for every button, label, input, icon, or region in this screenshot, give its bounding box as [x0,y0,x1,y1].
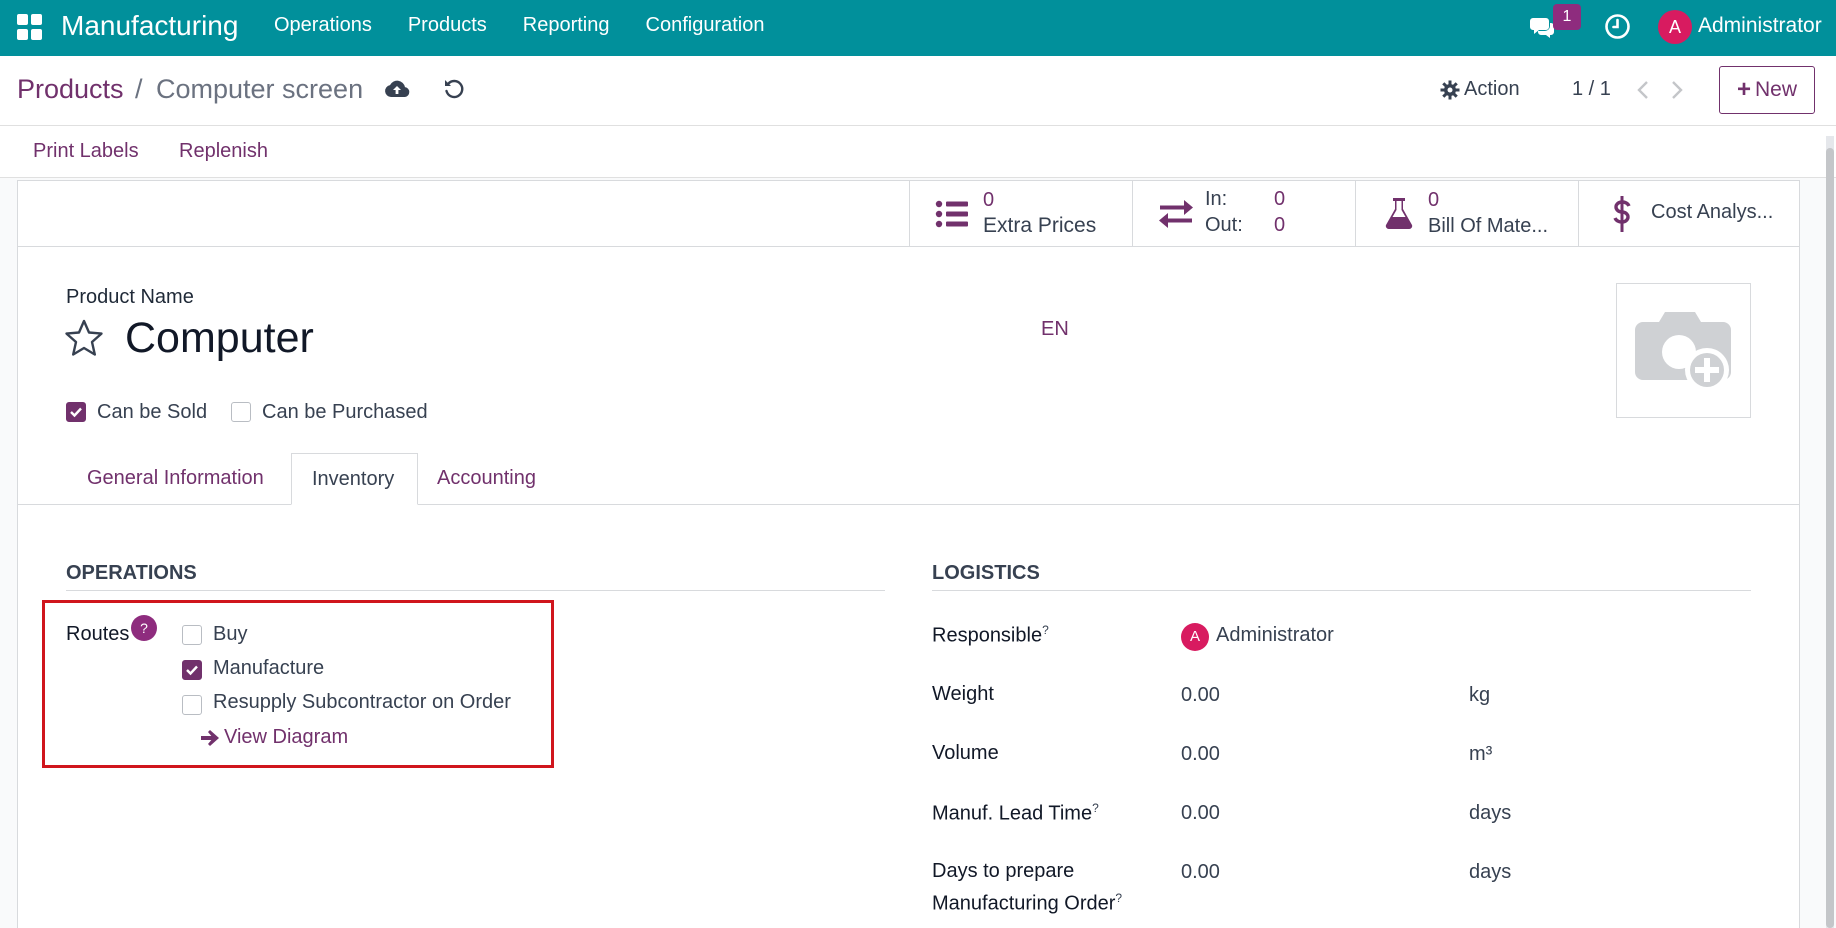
camera-plus-icon [1635,312,1731,392]
discard-undo-icon[interactable] [443,78,465,100]
pager-value[interactable]: 1 / 1 [1572,78,1611,101]
new-button[interactable]: + New [1719,66,1815,114]
out-label: Out: [1205,214,1243,236]
volume-input[interactable]: 0.00 [1181,743,1220,766]
routes-highlight-box [42,600,554,768]
responsible-avatar: A [1181,623,1209,651]
smart-button-bar: 0 Extra Prices In: 0 Out: 0 0 Bill Of Ma… [17,180,1800,247]
weight-unit: kg [1469,684,1491,706]
menu-operations[interactable]: Operations [274,14,372,37]
volume-label: Volume [932,742,999,764]
user-avatar[interactable]: A [1658,10,1692,44]
language-button[interactable]: EN [1041,318,1069,341]
days-prepare-label-line1: Days to prepare [932,860,1075,882]
form-sheet [17,180,1800,928]
days-prepare-help-sup[interactable]: ? [1115,891,1122,905]
extra-prices-smart-button[interactable]: 0 Extra Prices [909,180,1132,247]
lead-time-unit: days [1469,802,1512,824]
cost-analysis-label: Cost Analys... [1651,201,1774,223]
chat-badge: 1 [1553,4,1581,30]
lead-time-input[interactable]: 0.00 [1181,802,1220,825]
in-label: In: [1205,188,1228,210]
gear-icon [1440,80,1460,99]
can-be-purchased-checkbox[interactable] [231,402,251,422]
new-label: New [1755,78,1798,101]
responsible-help-sup[interactable]: ? [1042,623,1049,637]
favorite-star-icon[interactable] [64,318,104,358]
activity-clock-icon[interactable] [1604,13,1631,40]
form-button-bar: Print Labels Replenish [0,126,1836,178]
app-brand[interactable]: Manufacturing [61,10,238,42]
scrollbar[interactable] [1826,136,1834,928]
dollar-icon [1613,196,1631,232]
product-name-input[interactable]: Computer [125,314,314,363]
in-out-smart-button[interactable]: In: 0 Out: 0 [1132,180,1355,247]
tabs-divider [17,504,1800,505]
user-name[interactable]: Administrator [1698,14,1822,38]
operations-divider [66,590,885,591]
extra-prices-count: 0 [983,189,995,211]
responsible-label: Responsible? [932,623,1049,648]
product-image-upload[interactable] [1616,283,1751,418]
extra-prices-label: Extra Prices [983,214,1097,237]
print-labels-button[interactable]: Print Labels [33,140,139,163]
can-be-sold-label[interactable]: Can be Sold [97,401,207,424]
top-menu: Operations Products Reporting Configurat… [274,14,800,37]
list-icon [935,200,968,228]
bom-smart-button[interactable]: 0 Bill Of Mate... [1355,180,1578,247]
can-be-sold-checkbox[interactable] [66,402,86,422]
lead-time-label-text: Manuf. Lead Time [932,802,1093,825]
checkmark-icon [70,407,82,418]
tab-accounting[interactable]: Accounting [417,453,556,505]
days-prepare-label-text: Manufacturing Order [932,892,1116,915]
menu-products[interactable]: Products [408,14,487,37]
breadcrumb-separator: / [135,74,143,104]
days-prepare-input[interactable]: 0.00 [1181,861,1220,884]
control-panel: Products / Computer screen Action 1 / 1 [0,56,1836,126]
action-label: Action [1464,78,1520,100]
breadcrumb-products[interactable]: Products [17,74,124,105]
bom-label: Bill Of Mate... [1428,215,1549,237]
chevron-left-icon[interactable] [1636,80,1650,100]
tab-inventory[interactable]: Inventory [291,453,418,505]
top-navbar: Manufacturing Operations Products Report… [0,0,1836,56]
weight-input[interactable]: 0.00 [1181,684,1220,707]
logistics-divider [932,590,1751,591]
logistics-section-title: LOGISTICS [932,562,1040,584]
tab-general-information[interactable]: General Information [67,453,284,505]
action-button[interactable]: Action [1440,78,1520,101]
days-prepare-unit: days [1469,861,1512,883]
menu-reporting[interactable]: Reporting [523,14,610,37]
weight-label: Weight [932,683,994,705]
bom-count: 0 [1428,189,1440,211]
replenish-button[interactable]: Replenish [179,140,268,163]
breadcrumb-current: Computer screen [156,74,364,104]
exchange-arrows-icon [1159,200,1193,228]
operations-section-title: OPERATIONS [66,562,197,584]
scrollbar-thumb[interactable] [1826,148,1834,928]
responsible-value[interactable]: Administrator [1216,624,1334,647]
lead-time-label: Manuf. Lead Time? [932,801,1099,826]
responsible-label-text: Responsible [932,624,1043,647]
apps-menu-icon[interactable] [17,14,43,40]
menu-configuration[interactable]: Configuration [646,14,765,37]
product-name-label: Product Name [66,286,194,308]
flask-icon [1385,198,1413,229]
chat-icon[interactable] [1529,14,1555,40]
chevron-right-icon[interactable] [1670,80,1684,100]
days-prepare-label-line2: Manufacturing Order? [932,891,1122,916]
out-value: 0 [1274,214,1286,236]
cloud-upload-icon[interactable] [384,78,410,100]
can-be-purchased-label[interactable]: Can be Purchased [262,401,428,424]
in-value: 0 [1274,188,1286,210]
lead-time-help-sup[interactable]: ? [1092,801,1099,815]
plus-icon: + [1736,76,1751,103]
volume-unit: m³ [1469,743,1493,765]
cost-analysis-smart-button[interactable]: Cost Analys... [1578,180,1800,247]
